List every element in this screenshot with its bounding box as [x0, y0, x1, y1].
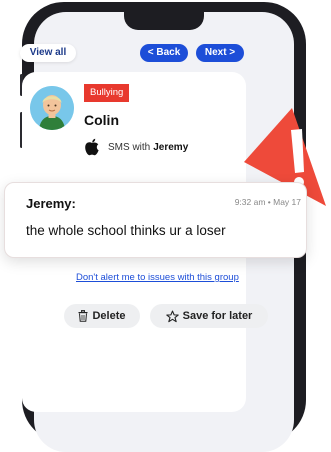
view-all-button[interactable]: View all [20, 44, 76, 62]
app-label: SMS with [108, 141, 151, 153]
message-text: the whole school thinks ur a loser [26, 223, 226, 238]
delete-button[interactable]: Delete [64, 304, 140, 328]
save-label: Save for later [182, 310, 253, 322]
child-name: Colin [84, 112, 119, 128]
dont-alert-link[interactable]: Don't alert me to issues with this group [76, 272, 239, 283]
child-avatar-icon [30, 86, 74, 130]
delete-label: Delete [92, 310, 126, 322]
apple-icon [85, 138, 99, 156]
trash-icon [78, 310, 88, 322]
message-card [4, 182, 307, 258]
next-button[interactable]: Next > [196, 44, 244, 62]
back-button[interactable]: < Back [140, 44, 188, 62]
app-source: SMS with Jeremy [84, 138, 188, 156]
message-timestamp: 9:32 am • May 17 [234, 197, 301, 207]
phone-notch [124, 12, 204, 30]
contact-name: Jeremy [153, 141, 189, 153]
save-for-later-button[interactable]: Save for later [150, 304, 268, 328]
category-badge: Bullying [84, 84, 130, 102]
message-sender: Jeremy: [26, 196, 76, 211]
avatar [30, 86, 74, 130]
star-icon [165, 310, 179, 322]
